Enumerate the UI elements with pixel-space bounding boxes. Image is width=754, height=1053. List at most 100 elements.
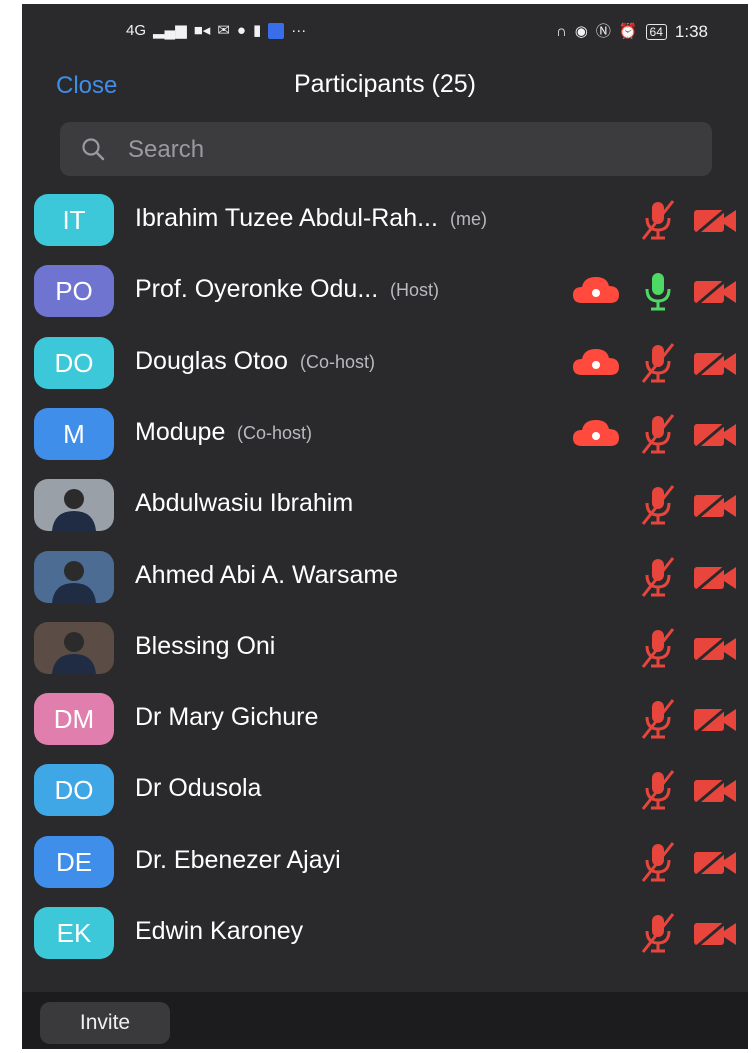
clock: 1:38 [674,22,708,41]
participant-status-icons [573,269,740,313]
participant-name: Ibrahim Tuzee Abdul-Rah... [135,204,438,232]
mic-muted-icon[interactable] [638,483,678,532]
chat-icon: ● [236,22,246,39]
video-off-icon[interactable] [690,911,740,960]
battery-indicator: 64 [645,24,667,40]
participant-row[interactable]: M Modupe (Co-host) [22,398,748,469]
participant-row[interactable]: PO Prof. Oyeronke Odu... (Host) [22,255,748,326]
video-off-icon[interactable] [690,198,740,247]
video-off-icon[interactable] [690,341,740,390]
invite-button[interactable]: Invite [40,1002,170,1044]
signal-icon: ▂▄▆ [153,22,187,39]
participant-name: Blessing Oni [135,631,276,660]
header: Close Participants (25) [22,60,748,114]
phone-screen: 4G ▂▄▆ ■◂ ✉ ● ▮ ··· ∩ ◉ Ⓝ ⏰ 64 1:38 Clos… [22,4,748,1049]
participant-status-icons [590,626,740,670]
status-right-icons: ∩ ◉ Ⓝ ⏰ 64 1:38 [556,22,708,42]
video-icon: ■◂ [193,22,211,39]
participant-status-icons [573,412,740,456]
mic-muted-icon[interactable] [638,555,678,604]
search-placeholder: Search [128,136,205,163]
participant-status-icons [590,697,740,741]
avatar-initials: M [34,407,114,460]
status-bar: 4G ▂▄▆ ■◂ ✉ ● ▮ ··· ∩ ◉ Ⓝ ⏰ 64 1:38 [22,4,748,60]
status-left-icons: 4G ▂▄▆ ■◂ ✉ ● ▮ ··· [126,22,306,40]
avatar-initials: DM [34,693,114,746]
person-photo-icon [52,631,96,674]
participant-name: Prof. Oyeronke Odu... [135,275,379,304]
avatar-initials: DE [34,835,114,888]
participant-row[interactable]: DO Douglas Otoo (Co-host) [22,327,748,398]
video-off-icon[interactable] [690,626,740,675]
eye-icon: ◉ [574,23,588,40]
video-off-icon[interactable] [690,555,740,604]
participant-name: Abdulwasiu Ibrahim [135,489,354,518]
search-input[interactable]: Search [60,122,712,176]
participant-row[interactable]: Abdulwasiu Ibrahim [22,469,748,540]
mic-muted-icon[interactable] [638,412,678,461]
mic-muted-icon[interactable] [638,341,678,390]
nfc-icon: Ⓝ [595,23,611,40]
avatar-initials: PO [34,265,114,318]
participant-name: Dr Mary Gichure [135,703,319,732]
alarm-icon: ⏰ [618,23,638,40]
cloud-recording-icon [570,269,622,318]
avatar-initials: EK [34,907,114,959]
headphones-icon: ∩ [555,23,567,40]
app-icon [268,23,285,39]
participant-row[interactable]: DE Dr. Ebenezer Ajayi [22,826,748,897]
cloud-recording-icon [570,341,622,390]
participant-row[interactable]: DM Dr Mary Gichure [22,683,748,754]
participant-status-icons [590,198,740,242]
mic-on-icon[interactable] [638,269,678,318]
mic-muted-icon[interactable] [638,626,678,675]
video-off-icon[interactable] [690,269,740,318]
avatar-initials: DO [34,764,114,817]
participant-name: Dr Odusola [135,774,262,803]
avatar-initials: IT [34,194,114,246]
video-off-icon[interactable] [690,483,740,532]
mic-muted-icon[interactable] [638,697,678,746]
avatar-photo [34,621,114,674]
participant-status-icons [590,483,740,527]
participant-status-icons [590,911,740,955]
mic-muted-icon[interactable] [638,768,678,817]
participant-status-icons [590,555,740,599]
avatar-photo [34,550,114,603]
cloud-recording-icon [570,412,622,461]
video-off-icon[interactable] [690,697,740,746]
participant-name: Ahmed Abi A. Warsame [135,560,399,589]
video-off-icon[interactable] [690,840,740,889]
participant-status-icons [573,341,740,385]
participant-name: Modupe [135,417,226,446]
mic-muted-icon[interactable] [638,198,678,247]
participant-row[interactable]: Blessing Oni [22,612,748,683]
avatar-initials: DO [34,336,114,389]
participant-status-icons [590,840,740,884]
network-type: 4G [126,22,147,39]
page-title: Participants (25) [293,70,477,98]
participant-role-tag: (Host) [390,280,439,301]
video-off-icon[interactable] [690,412,740,461]
participant-row[interactable]: IT Ibrahim Tuzee Abdul-Rah... (me) [22,184,748,255]
participant-name: Douglas Otoo [135,346,288,375]
participant-row[interactable]: EK Edwin Karoney [22,897,748,968]
participant-role-tag: (me) [450,209,487,229]
person-photo-icon [52,560,96,603]
person-photo-icon [52,489,96,532]
search-icon [82,138,105,161]
participant-row[interactable]: Ahmed Abi A. Warsame [22,541,748,612]
mic-muted-icon[interactable] [638,840,678,889]
mic-muted-icon[interactable] [638,911,678,960]
participant-role-tag: (Co-host) [300,351,376,372]
battery-saver-icon: ▮ [252,22,262,39]
video-off-icon[interactable] [690,768,740,817]
participant-name: Dr. Ebenezer Ajayi [135,845,341,874]
avatar-photo [34,479,114,532]
participant-row[interactable]: DO Dr Odusola [22,754,748,825]
more-icon: ··· [291,22,307,39]
bottom-bar: Invite [22,992,748,1049]
participant-status-icons [590,768,740,812]
mail-icon: ✉ [217,22,230,39]
participant-name: Edwin Karoney [135,917,304,945]
